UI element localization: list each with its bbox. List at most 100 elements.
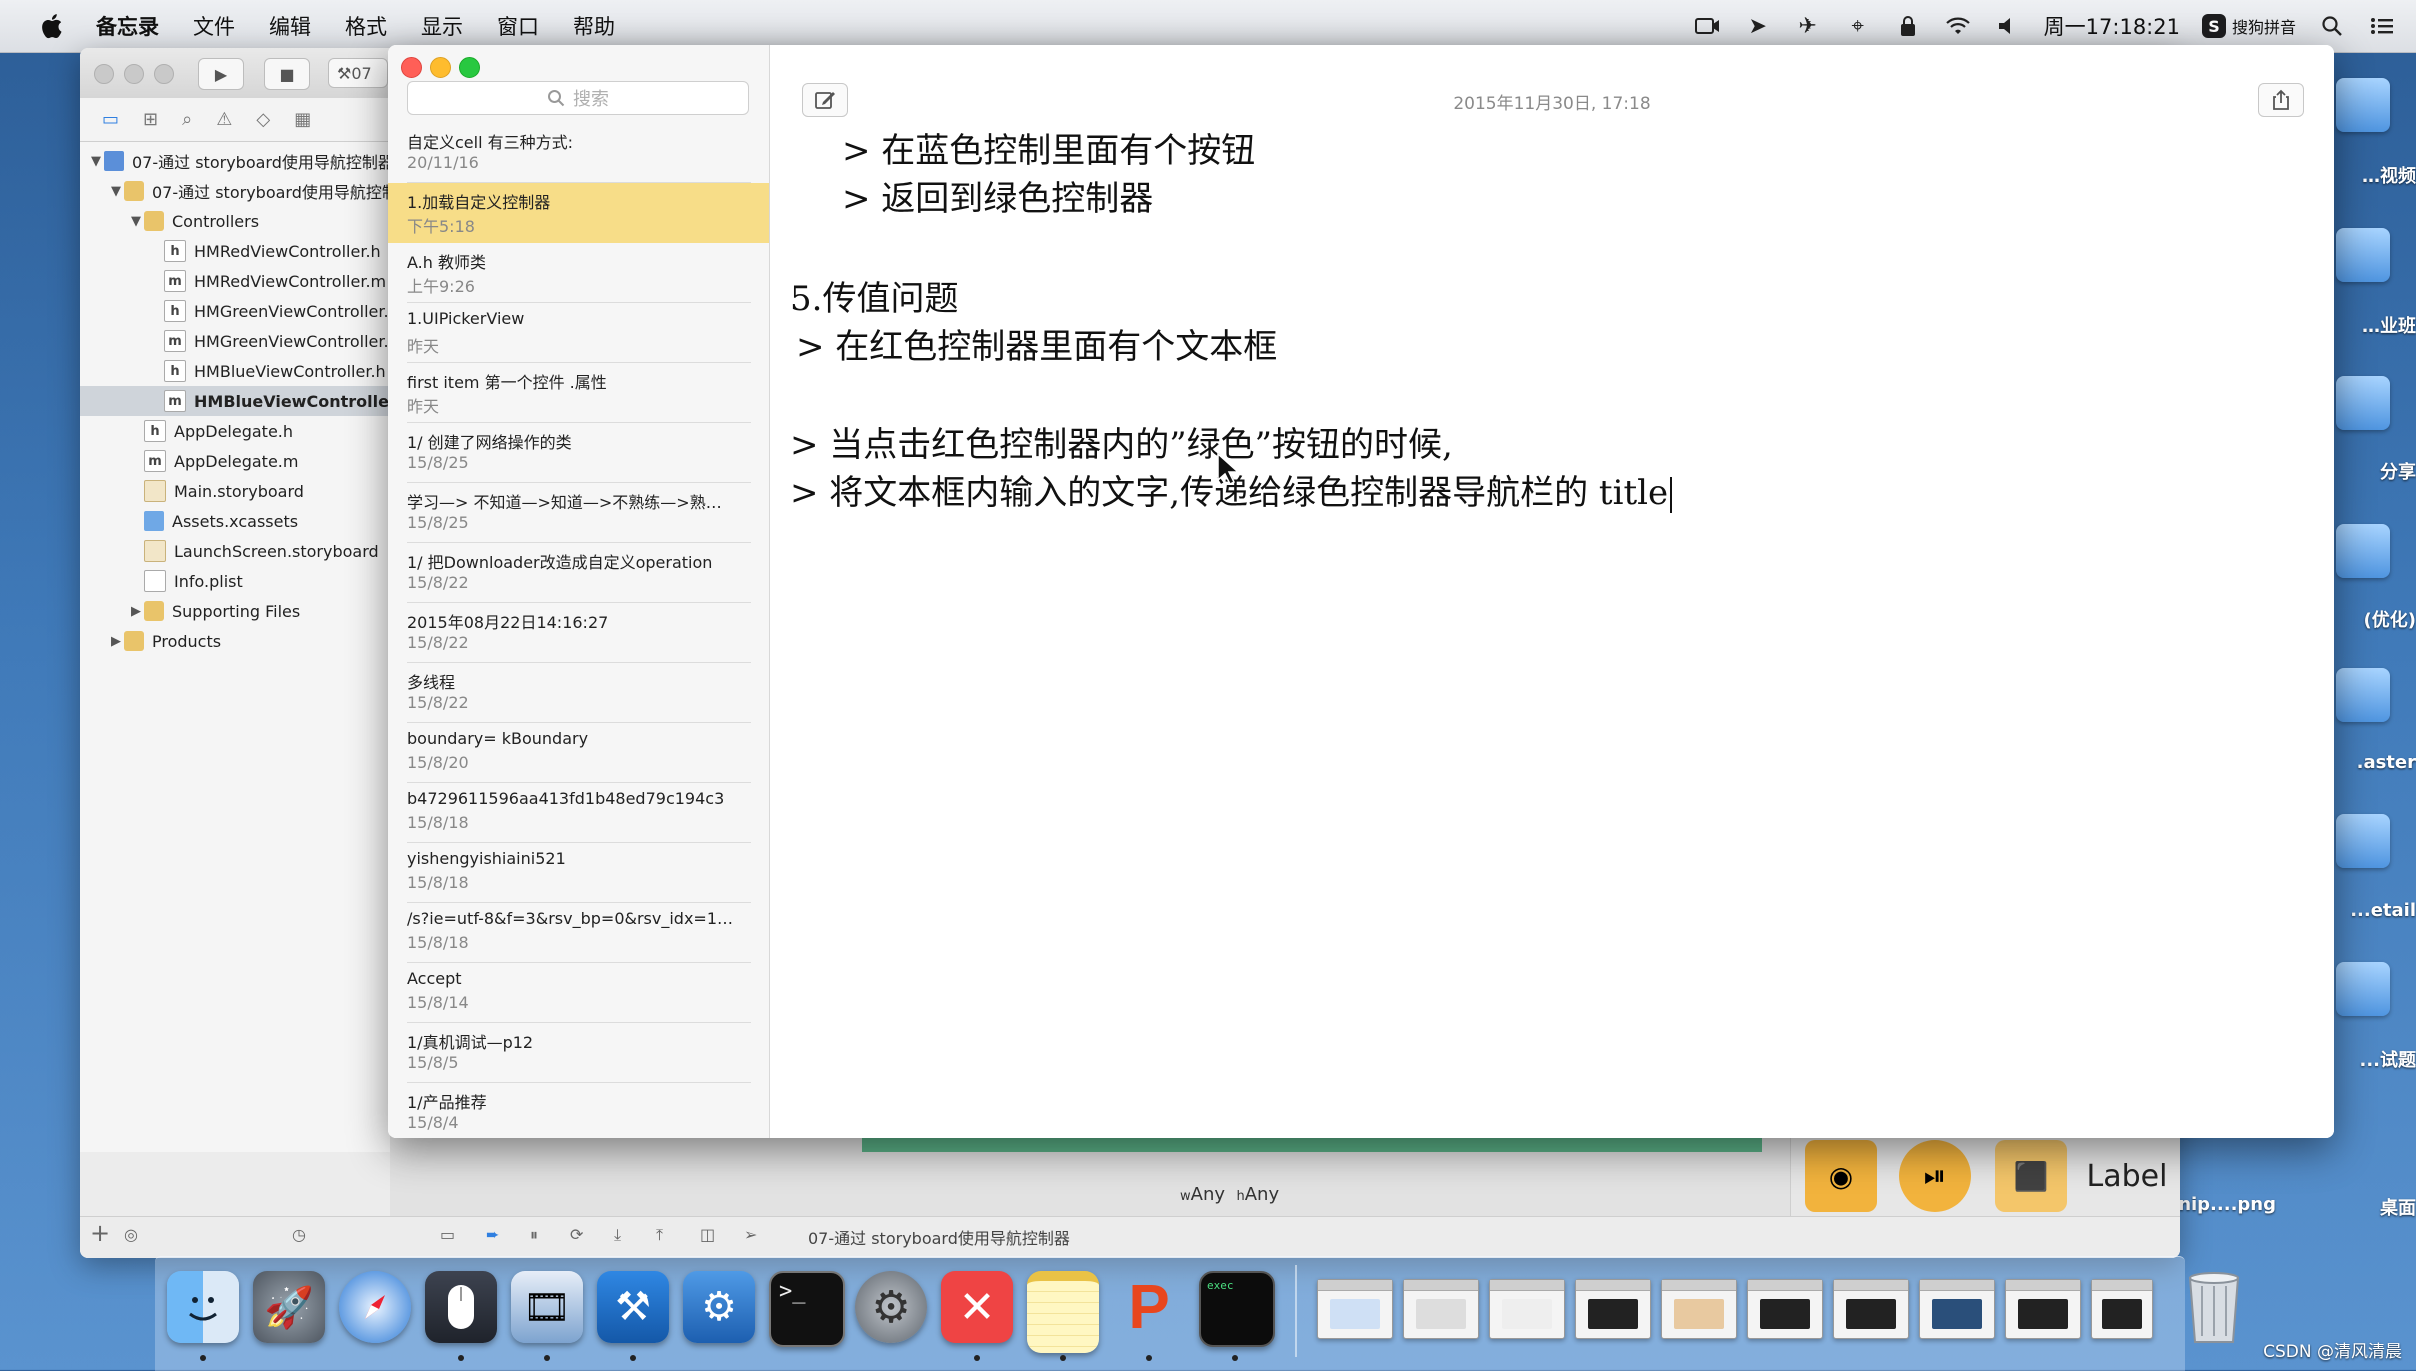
debug-toggle-icon[interactable]: ▭ — [440, 1225, 455, 1244]
disclosure-triangle-icon[interactable]: ▶ — [128, 604, 144, 619]
disclosure-triangle-icon[interactable]: ▼ — [128, 214, 144, 229]
note-list-item[interactable]: 2015年08月22日14:16:27 15/8/22 — [388, 603, 769, 663]
size-class-control[interactable]: wAny hAny — [1180, 1184, 1279, 1205]
navigator-row[interactable]: ▶ Supporting Files — [80, 596, 438, 626]
notes-minimize-button[interactable] — [430, 57, 451, 78]
disclosure-triangle-icon[interactable]: ▼ — [88, 154, 104, 169]
note-list-item[interactable]: 1/产品推荐 15/8/4 — [388, 1083, 769, 1138]
airplane-icon[interactable]: ✈ — [1794, 12, 1822, 40]
navigator-row[interactable]: Assets.xcassets — [80, 506, 438, 536]
navigator-row[interactable]: Info.plist — [80, 566, 438, 596]
filter-icon[interactable]: ◎ — [124, 1225, 138, 1244]
issue-navigator-icon[interactable]: ⚠ — [216, 109, 232, 130]
desktop-file-icon[interactable] — [2336, 962, 2390, 1016]
screen-record-icon[interactable] — [1694, 12, 1722, 40]
recent-files-icon[interactable]: ◷ — [292, 1225, 306, 1244]
disclosure-triangle-icon[interactable]: ▶ — [108, 634, 124, 649]
desktop-file-icon[interactable] — [2336, 376, 2390, 430]
breakpoints-icon[interactable]: ➨ — [486, 1225, 499, 1244]
note-list-item[interactable]: 1.加载自定义控制器 下午5:18 — [388, 183, 769, 243]
navigator-row[interactable]: ▼ Controllers — [80, 206, 438, 236]
note-list-item[interactable]: 学习—> 不知道—>知道—>不熟练—>熟… 15/8/25 — [388, 483, 769, 543]
label-object[interactable]: Label — [2077, 1140, 2177, 1212]
xcode-zoom-button[interactable] — [154, 64, 174, 84]
mouse-icon[interactable] — [425, 1271, 497, 1343]
menu-help[interactable]: 帮助 — [573, 11, 615, 41]
step-over-icon[interactable]: ⟳ — [570, 1225, 583, 1244]
find-navigator-icon[interactable]: ⌕ — [182, 109, 192, 130]
desktop-file-icon[interactable] — [2336, 524, 2390, 578]
exec-icon[interactable]: exec — [1199, 1271, 1275, 1347]
note-list-item[interactable]: 自定义cell 有三种方式: 20/11/16 — [388, 123, 769, 183]
location-arrow-icon[interactable]: ➤ — [1744, 12, 1772, 40]
minimized-window[interactable] — [2005, 1279, 2081, 1339]
menu-window[interactable]: 窗口 — [497, 11, 539, 41]
note-list-item[interactable]: 1/ 把Downloader改造成自定义operation 15/8/22 — [388, 543, 769, 603]
menu-view[interactable]: 显示 — [421, 11, 463, 41]
note-list-item[interactable]: first item 第一个控件 .属性 昨天 — [388, 363, 769, 423]
camera-object-icon[interactable]: ◉ — [1805, 1140, 1877, 1212]
minimized-window[interactable] — [1747, 1279, 1823, 1339]
powerpoint-icon[interactable]: P — [1113, 1271, 1185, 1343]
navigator-row[interactable]: ▼ 07-通过 storyboard使用导航控制器 — [80, 176, 418, 206]
step-in-icon[interactable]: ⤓ — [614, 1225, 621, 1245]
menu-app-name[interactable]: 备忘录 — [96, 11, 159, 41]
disclosure-triangle-icon[interactable]: ▼ — [108, 184, 124, 199]
scheme-selector[interactable]: ⚒ 07 — [328, 58, 388, 88]
minimized-window[interactable] — [1317, 1279, 1393, 1339]
minimized-window[interactable] — [1575, 1279, 1651, 1339]
navigator-row[interactable]: m AppDelegate.m — [80, 446, 438, 476]
apple-logo-icon[interactable] — [38, 11, 68, 41]
launchpad-icon[interactable]: 🚀 — [253, 1271, 325, 1343]
note-list-item[interactable]: boundary= kBoundary 15/8/20 — [388, 723, 769, 783]
note-list-item[interactable]: 1/ 创建了网络操作的类 15/8/25 — [388, 423, 769, 483]
debug-navigator-icon[interactable]: ▦ — [294, 109, 311, 130]
finder-icon[interactable] — [167, 1271, 239, 1343]
desktop-file-label[interactable]: 桌面 — [2300, 1194, 2416, 1220]
lock-icon[interactable] — [1894, 12, 1922, 40]
cube-object-icon[interactable]: ⬛ — [1995, 1140, 2067, 1212]
spotlight-search-icon[interactable] — [2318, 12, 2346, 40]
add-file-button[interactable]: + — [90, 1219, 110, 1247]
minimized-window[interactable] — [1403, 1279, 1479, 1339]
navigator-row[interactable]: Main.storyboard — [80, 476, 438, 506]
run-button[interactable]: ▶ — [198, 58, 244, 90]
navigator-row[interactable]: ▶ Products — [80, 626, 418, 656]
simulate-location-icon[interactable]: ➢ — [744, 1225, 757, 1244]
wifi-icon[interactable] — [1944, 12, 1972, 40]
note-list-item[interactable]: b4729611596aa413fd1b48ed79c194c3 15/8/18 — [388, 783, 769, 843]
project-navigator-icon[interactable]: ▭ — [102, 109, 119, 130]
minimized-window[interactable] — [2091, 1279, 2153, 1339]
volume-icon[interactable] — [1994, 12, 2022, 40]
trash-icon[interactable] — [2184, 1268, 2244, 1346]
note-list-item[interactable]: 1.UIPickerView 昨天 — [388, 303, 769, 363]
xcode-minimize-button[interactable] — [124, 64, 144, 84]
stop-button[interactable]: ■ — [264, 58, 310, 90]
view-debugger-icon[interactable]: ◫ — [700, 1225, 715, 1244]
test-navigator-icon[interactable]: ◇ — [256, 109, 270, 130]
xcode-close-button[interactable] — [94, 64, 114, 84]
system-preferences-icon[interactable]: ⚙ — [855, 1271, 927, 1343]
navigator-row[interactable]: h AppDelegate.h — [80, 416, 438, 446]
input-method-menu[interactable]: S 搜狗拼音 — [2201, 14, 2296, 38]
notes-icon[interactable] — [1027, 1271, 1099, 1353]
notes-zoom-button[interactable] — [459, 57, 480, 78]
minimized-window[interactable] — [1489, 1279, 1565, 1339]
menu-format[interactable]: 格式 — [345, 11, 387, 41]
xmind-icon[interactable]: ✕ — [941, 1271, 1013, 1343]
note-list-item[interactable]: 多线程 15/8/22 — [388, 663, 769, 723]
minimized-window[interactable] — [1919, 1279, 1995, 1339]
note-list-item[interactable]: 1/真机调试—p12 15/8/5 — [388, 1023, 769, 1083]
xcode-icon[interactable]: ⚒ — [597, 1271, 669, 1343]
note-list-item[interactable]: /s?ie=utf-8&f=3&rsv_bp=0&rsv_idx=1… 15/8/… — [388, 903, 769, 963]
notification-center-icon[interactable] — [2368, 12, 2396, 40]
instruments-icon[interactable]: ⚙ — [683, 1271, 755, 1343]
safari-icon[interactable] — [339, 1271, 411, 1343]
notes-close-button[interactable] — [401, 57, 422, 78]
share-button[interactable] — [2258, 83, 2304, 117]
desktop-file-icon[interactable] — [2336, 668, 2390, 722]
notes-search-field[interactable]: 搜索 — [407, 81, 749, 115]
pause-icon[interactable]: ⏸ — [530, 1225, 538, 1245]
note-list-item[interactable]: A.h 教师类 上午9:26 — [388, 243, 769, 303]
note-list-item[interactable]: yishengyishiaini521 15/8/18 — [388, 843, 769, 903]
